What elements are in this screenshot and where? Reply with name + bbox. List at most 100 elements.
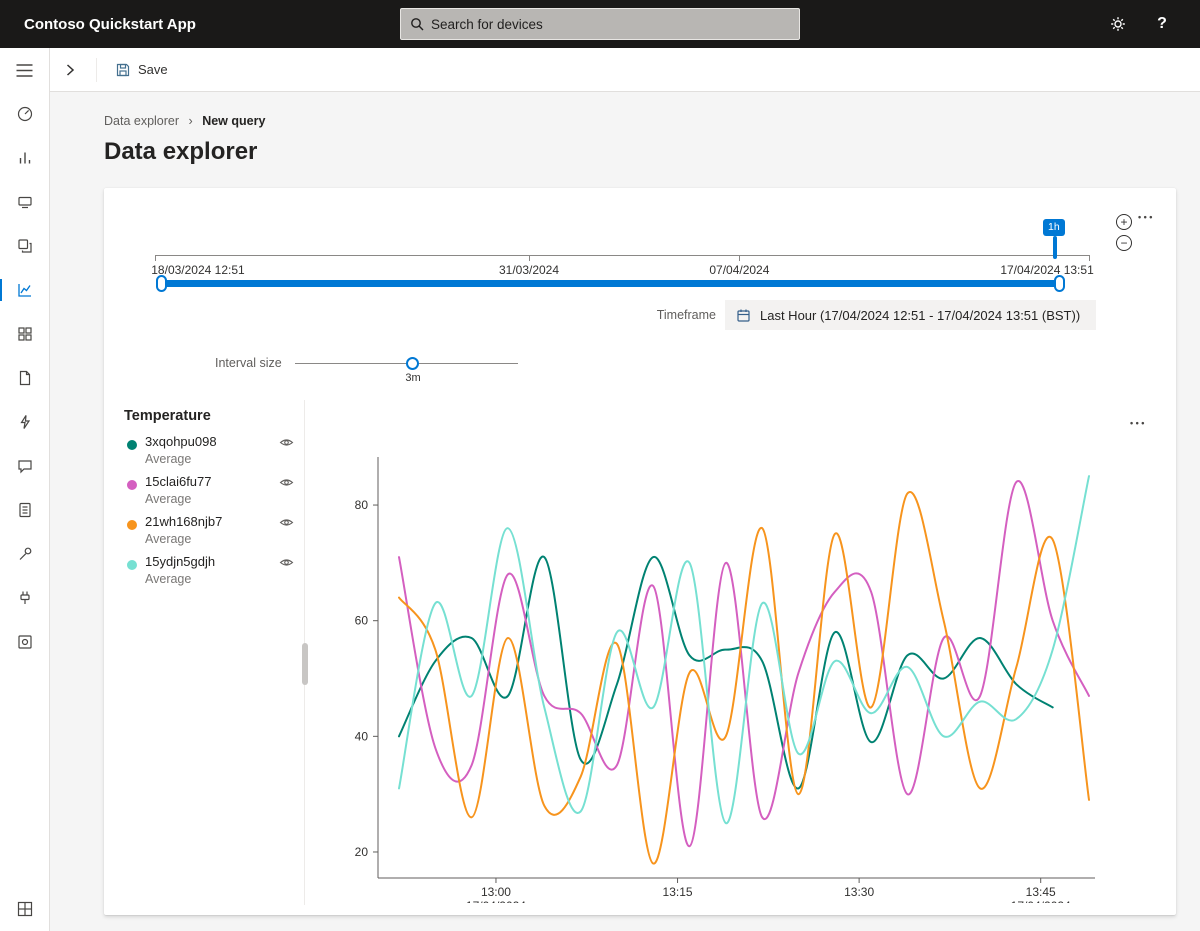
plus-icon: + (1120, 215, 1128, 229)
device-groups-icon (17, 239, 32, 253)
more-icon: ••• (1130, 418, 1147, 428)
device-search-input[interactable]: Search for devices (400, 8, 800, 40)
svg-text:13:15: 13:15 (663, 885, 693, 899)
app-launcher-icon (17, 901, 32, 917)
wrench-icon (19, 547, 31, 560)
timeline-label-mid2: 07/04/2024 (709, 263, 770, 277)
sidebar-item-dashboards[interactable] (0, 312, 50, 356)
zoom-in-button[interactable]: + (1116, 214, 1132, 230)
settings-button[interactable] (1096, 0, 1140, 48)
more-icon: ••• (1138, 212, 1155, 222)
topbar-actions: ? (1096, 0, 1184, 48)
timeline: 18/03/2024 12:51 31/03/2024 07/04/2024 1… (151, 188, 1094, 298)
legend-metric: Average (145, 572, 192, 586)
search-placeholder: Search for devices (431, 16, 543, 32)
sidebar-item-messages[interactable] (0, 444, 50, 488)
timeline-tick (739, 255, 741, 261)
svg-text:13:00: 13:00 (481, 885, 511, 899)
legend-scrollbar[interactable] (302, 643, 308, 685)
sidebar-item-integrations[interactable] (0, 576, 50, 620)
sidebar-item-tools[interactable] (0, 532, 50, 576)
svg-text:40: 40 (355, 729, 369, 743)
timeframe-value: Last Hour (17/04/2024 12:51 - 17/04/2024… (760, 307, 1081, 323)
lightning-icon (19, 415, 30, 429)
timeline-more-button[interactable]: ••• (1138, 212, 1155, 222)
legend-metric: Average (145, 452, 192, 466)
svg-text:17/04/2024: 17/04/2024 (1011, 899, 1071, 903)
svg-text:60: 60 (355, 614, 369, 628)
eye-icon (279, 519, 294, 526)
sidebar-item-audit-log[interactable] (0, 488, 50, 532)
timeframe-label: Timeframe (656, 308, 716, 322)
breadcrumb-current: New query (202, 114, 266, 128)
help-button[interactable]: ? (1140, 0, 1184, 48)
time-range-handle-start[interactable] (156, 275, 167, 292)
svg-text:20: 20 (355, 845, 369, 859)
left-nav (0, 48, 50, 931)
sidebar-item-application[interactable] (0, 620, 50, 664)
sidebar-item-forms[interactable] (0, 356, 50, 400)
sidebar-item-data-explorer[interactable] (0, 268, 50, 312)
timeline-axis (155, 255, 1090, 256)
zoom-out-button[interactable]: − (1116, 235, 1132, 251)
gear-icon (1111, 17, 1125, 31)
command-bar: Save (50, 48, 1200, 92)
app-launcher-button[interactable] (0, 887, 50, 931)
eye-icon (279, 479, 294, 486)
grid-icon (17, 327, 32, 341)
nav-collapse-button[interactable] (0, 48, 50, 92)
legend-metric: Average (145, 532, 192, 546)
calendar-icon (737, 309, 750, 322)
eye-icon (279, 559, 294, 566)
legend-item: 21wh168njb7 Average (124, 512, 296, 552)
sidebar-item-devices[interactable] (0, 180, 50, 224)
search-icon (411, 18, 424, 31)
sidebar-item-rules[interactable] (0, 400, 50, 444)
legend-item: 15ydjn5gdjh Average (124, 552, 296, 592)
bar-chart-icon (19, 152, 30, 164)
zoom-window-badge[interactable]: 1h (1043, 219, 1065, 236)
zoom-window-pin (1053, 236, 1057, 259)
interval-slider-handle[interactable] (406, 357, 419, 370)
timeline-label-start: 18/03/2024 12:51 (151, 263, 245, 277)
chart-more-button[interactable]: ••• (1130, 418, 1147, 428)
series-color-dot (127, 440, 137, 450)
expand-nav-button[interactable] (50, 48, 90, 92)
series-color-dot (127, 520, 137, 530)
sidebar-item-dashboard[interactable] (0, 92, 50, 136)
timeframe-picker[interactable]: Last Hour (17/04/2024 12:51 - 17/04/2024… (725, 300, 1096, 330)
query-card: + − ••• 18/03/2024 12:51 31/03/2024 07/0… (104, 188, 1176, 915)
sidebar-item-device-groups[interactable] (0, 224, 50, 268)
timeline-tick (529, 255, 530, 261)
legend-metric: Average (145, 492, 192, 506)
document-icon (18, 502, 31, 518)
interval-size-value: 3m (405, 372, 421, 384)
save-button[interactable]: Save (103, 48, 180, 92)
breadcrumb-root[interactable]: Data explorer (104, 114, 179, 128)
legend-device-name: 15clai6fu77 (145, 474, 212, 489)
save-label: Save (138, 62, 168, 77)
toggle-visibility-button[interactable] (279, 436, 294, 451)
save-icon (116, 63, 130, 76)
toggle-visibility-button[interactable] (279, 516, 294, 531)
file-icon (19, 370, 30, 386)
hamburger-icon (16, 63, 33, 77)
toggle-visibility-button[interactable] (279, 556, 294, 571)
chevron-right-icon (66, 63, 75, 76)
time-range-handle-end[interactable] (1054, 275, 1065, 292)
legend-item: 15clai6fu77 Average (124, 472, 296, 512)
series-color-dot (127, 480, 137, 490)
sidebar-item-analytics[interactable] (0, 136, 50, 180)
svg-text:13:45: 13:45 (1026, 885, 1056, 899)
help-icon: ? (1157, 15, 1167, 32)
line-chart-icon (17, 284, 31, 297)
toggle-visibility-button[interactable] (279, 476, 294, 491)
devices-icon (17, 196, 32, 209)
timeline-tick (1089, 255, 1090, 261)
time-range-track[interactable] (157, 280, 1060, 287)
interval-size-label: Interval size (215, 356, 282, 370)
plug-icon (19, 591, 30, 604)
app-title: Contoso Quickstart App (24, 15, 196, 33)
minus-icon: − (1120, 236, 1128, 250)
toolbar-divider (96, 57, 97, 82)
